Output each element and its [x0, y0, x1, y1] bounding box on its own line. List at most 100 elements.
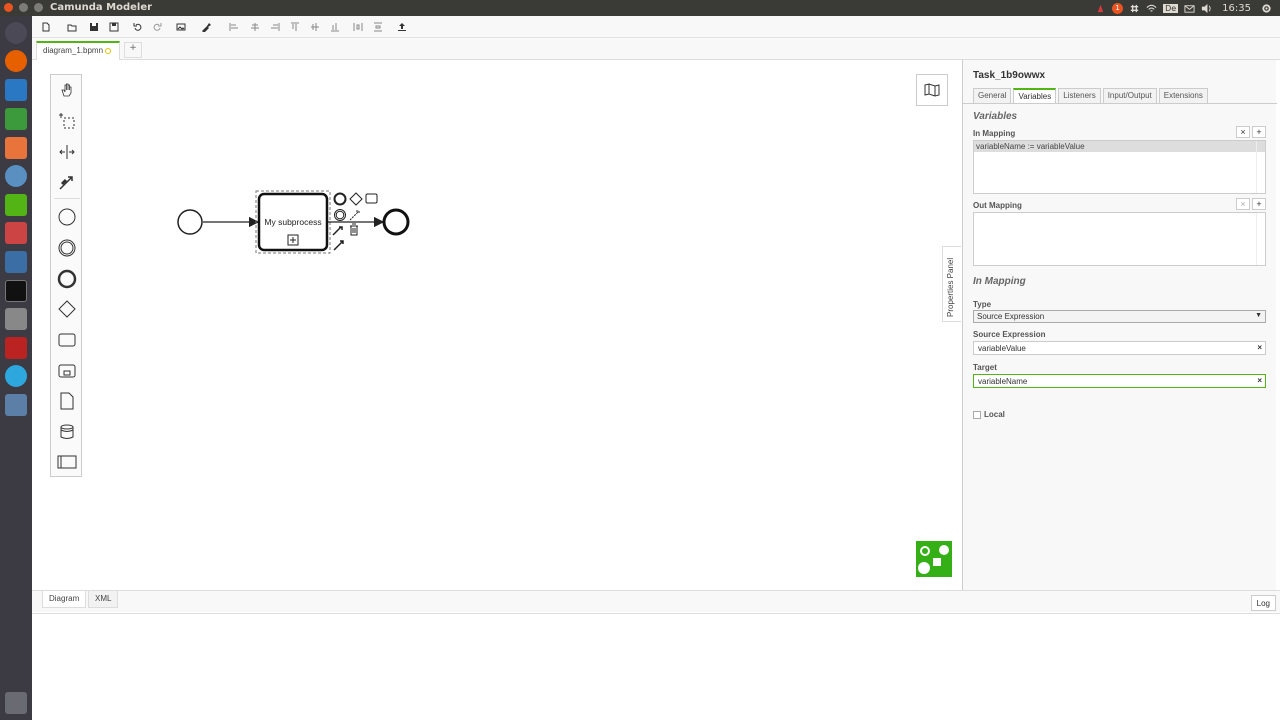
file-tab[interactable]: diagram_1.bpmn: [36, 41, 120, 60]
type-select-value: Source Expression: [977, 312, 1045, 321]
append-task-icon[interactable]: [365, 193, 378, 204]
local-checkbox-row[interactable]: Local: [973, 410, 1005, 419]
append-end-event-icon[interactable]: [333, 192, 347, 206]
add-tab-button[interactable]: +: [124, 42, 142, 58]
open-file-button[interactable]: [64, 19, 80, 35]
change-type-wrench-icon[interactable]: [332, 226, 343, 236]
distribute-vertical-icon[interactable]: [370, 19, 386, 35]
out-mapping-scrollbar[interactable]: [1256, 213, 1265, 265]
software-center-icon[interactable]: [5, 137, 27, 159]
properties-panel-toggle-label: Properties Panel: [946, 257, 955, 317]
properties-panel: Task_1b9owwx General Variables Listeners…: [962, 60, 1277, 590]
writer-icon[interactable]: [5, 79, 27, 101]
wifi-icon[interactable]: [1146, 3, 1157, 14]
keyboard-layout-indicator[interactable]: De: [1163, 3, 1179, 13]
file-tab-label: diagram_1.bpmn: [43, 46, 104, 55]
trash-icon[interactable]: [5, 692, 27, 714]
delete-trash-icon[interactable]: [350, 223, 358, 236]
files-icon[interactable]: [5, 222, 27, 244]
terminal-icon[interactable]: [5, 280, 27, 302]
append-gateway-icon[interactable]: [349, 192, 363, 206]
ubuntu-dash-icon[interactable]: [5, 22, 27, 44]
start-event[interactable]: [177, 209, 203, 235]
remove-out-mapping-button[interactable]: ×: [1236, 198, 1250, 210]
maximize-window-button[interactable]: [33, 3, 43, 12]
camunda-modeler-window: diagram_1.bpmn + My subprocess Propertie…: [32, 16, 1280, 720]
remove-in-mapping-button[interactable]: ×: [1236, 126, 1250, 138]
mail-icon[interactable]: [1184, 3, 1195, 14]
align-right-icon[interactable]: [267, 19, 283, 35]
source-expression-input[interactable]: variableValue ×: [973, 341, 1266, 355]
deploy-icon[interactable]: [394, 19, 410, 35]
distribute-horizontal-icon[interactable]: [350, 19, 366, 35]
minimap-toggle-button[interactable]: [916, 74, 948, 106]
filezilla-icon[interactable]: [5, 337, 27, 359]
properties-panel-toggle[interactable]: Properties Panel: [942, 246, 961, 322]
power-settings-icon[interactable]: [1261, 3, 1272, 14]
type-label: Type: [973, 300, 992, 309]
browser-icon[interactable]: [5, 165, 27, 187]
tab-listeners[interactable]: Listeners: [1058, 88, 1101, 104]
add-in-mapping-button[interactable]: +: [1252, 126, 1266, 138]
in-mapping-item[interactable]: variableName := variableValue: [974, 141, 1265, 152]
subprocess-label: My subprocess: [264, 217, 321, 227]
align-center-icon[interactable]: [247, 19, 263, 35]
tab-general[interactable]: General: [973, 88, 1012, 104]
updates-icon[interactable]: [1095, 3, 1106, 14]
tab-diagram[interactable]: Diagram: [42, 591, 87, 608]
undo-icon[interactable]: [130, 19, 146, 35]
unknown-app-icon[interactable]: [5, 308, 27, 330]
tab-input-output[interactable]: Input/Output: [1102, 88, 1157, 104]
connect-icon[interactable]: [333, 240, 344, 251]
export-image-icon[interactable]: [173, 19, 189, 35]
log-button[interactable]: Log: [1250, 595, 1276, 611]
close-window-button[interactable]: [4, 3, 13, 12]
app-launcher: [0, 16, 32, 720]
align-bottom-icon[interactable]: [327, 19, 343, 35]
local-checkbox[interactable]: [973, 410, 981, 419]
calc-icon[interactable]: [5, 108, 27, 130]
save-button[interactable]: [86, 19, 102, 35]
in-mapping-scrollbar[interactable]: [1256, 141, 1265, 193]
target-input[interactable]: variableName ×: [973, 374, 1266, 388]
align-left-icon[interactable]: [226, 19, 242, 35]
window-title: Camunda Modeler: [50, 2, 153, 13]
align-top-icon[interactable]: [287, 19, 303, 35]
out-mapping-list[interactable]: [973, 212, 1266, 266]
edit-colors-icon[interactable]: [198, 19, 214, 35]
camunda-modeler-launcher-icon[interactable]: [5, 394, 27, 416]
window-controls: [4, 3, 46, 15]
out-mapping-label: Out Mapping: [973, 201, 1022, 210]
text-annotation-icon[interactable]: [349, 210, 360, 221]
volume-icon[interactable]: [1201, 3, 1212, 14]
new-file-button[interactable]: [38, 19, 54, 35]
system-top-bar: Camunda Modeler 1 De 16:35: [0, 0, 1280, 16]
clear-target-icon[interactable]: ×: [1257, 376, 1262, 385]
tab-xml[interactable]: XML: [88, 591, 119, 608]
redo-icon[interactable]: [149, 19, 165, 35]
slack-icon[interactable]: [1129, 3, 1140, 14]
end-event[interactable]: [382, 208, 410, 236]
system-tray: 1 De 16:35: [1095, 1, 1272, 15]
clock[interactable]: 16:35: [1222, 3, 1251, 14]
slack-app-icon[interactable]: [5, 194, 27, 216]
telegram-icon[interactable]: [5, 365, 27, 387]
minimize-window-button[interactable]: [18, 3, 28, 12]
firefox-icon[interactable]: [5, 50, 27, 72]
tab-extensions[interactable]: Extensions: [1158, 88, 1208, 104]
notification-badge-icon[interactable]: 1: [1112, 2, 1124, 14]
in-mapping-label: In Mapping: [973, 129, 1016, 138]
clear-source-expression-icon[interactable]: ×: [1257, 343, 1262, 352]
tab-variables[interactable]: Variables: [1013, 88, 1057, 104]
add-out-mapping-button[interactable]: +: [1252, 198, 1266, 210]
target-label: Target: [973, 363, 997, 372]
type-select[interactable]: Source Expression ▼: [973, 310, 1266, 323]
in-mapping-detail-title: In Mapping: [973, 276, 1026, 287]
align-middle-icon[interactable]: [307, 19, 323, 35]
save-as-button[interactable]: [106, 19, 122, 35]
settings-app-icon[interactable]: [5, 251, 27, 273]
map-icon: [924, 83, 940, 97]
bpmn-io-logo[interactable]: [916, 541, 952, 577]
in-mapping-list[interactable]: variableName := variableValue: [973, 140, 1266, 194]
diagram-canvas[interactable]: My subprocess: [32, 60, 962, 590]
